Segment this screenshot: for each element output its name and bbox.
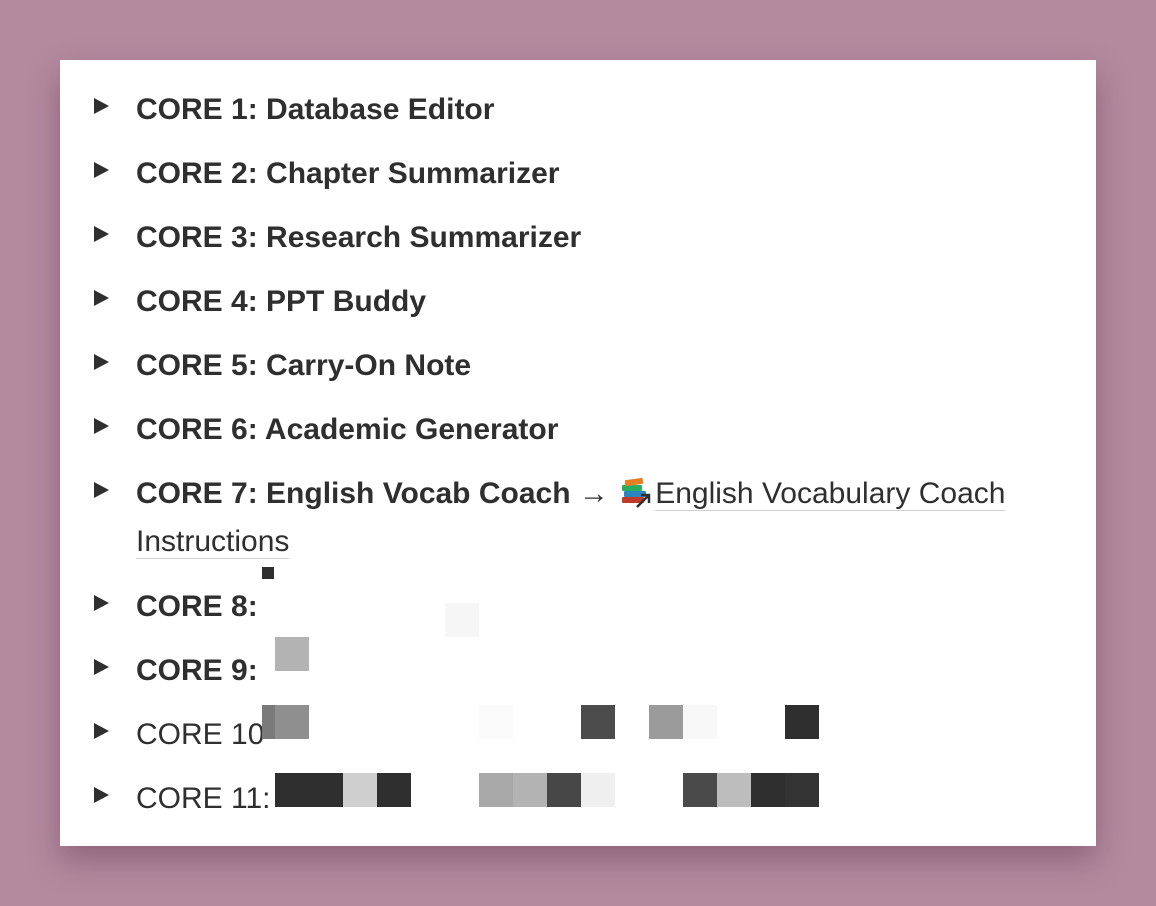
redacted-block xyxy=(785,773,819,807)
toggle-title[interactable]: CORE 7: English Vocab Coach → English Vo… xyxy=(136,470,1076,566)
toggle-title[interactable]: CORE 1: Database Editor xyxy=(136,93,494,127)
toggle-title[interactable]: CORE 2: Chapter Summarizer xyxy=(136,157,559,191)
text-cursor-handle xyxy=(262,567,274,579)
triangle-right-icon[interactable] xyxy=(92,289,110,307)
toggle-title[interactable]: CORE 8: xyxy=(136,590,258,624)
redacted-block xyxy=(683,773,717,807)
toggle-title[interactable]: CORE 10 xyxy=(136,718,264,752)
books-icon xyxy=(619,476,651,508)
toggle-item-core-6: CORE 6: Academic Generator xyxy=(60,413,1096,477)
toggle-title[interactable]: CORE 11: xyxy=(136,782,271,816)
redacted-block xyxy=(479,773,513,807)
redacted-block xyxy=(717,773,751,807)
triangle-right-icon[interactable] xyxy=(92,97,110,115)
redacted-block xyxy=(275,773,309,807)
redacted-block xyxy=(479,705,513,739)
toggle-item-core-5: CORE 5: Carry-On Note xyxy=(60,349,1096,413)
toggle-item-core-3: CORE 3: Research Summarizer xyxy=(60,221,1096,285)
arrow-right-icon: → xyxy=(578,477,609,510)
triangle-right-icon[interactable] xyxy=(92,658,110,676)
redacted-block xyxy=(649,705,683,739)
toggle-list-card: CORE 1: Database Editor CORE 2: Chapter … xyxy=(60,60,1096,846)
toggle-title[interactable]: CORE 6: Academic Generator xyxy=(136,413,558,447)
redacted-block xyxy=(377,773,411,807)
triangle-right-icon[interactable] xyxy=(92,722,110,740)
toggle-item-core-9: CORE 9: xyxy=(60,637,1096,718)
triangle-right-icon[interactable] xyxy=(92,786,110,804)
toggle-item-core-8: CORE 8: xyxy=(60,590,1096,654)
redacted-block xyxy=(581,705,615,739)
triangle-right-icon[interactable] xyxy=(92,417,110,435)
redacted-block xyxy=(513,773,547,807)
redacted-block xyxy=(343,773,377,807)
toggle-item-core-4: CORE 4: PPT Buddy xyxy=(60,285,1096,349)
redacted-block xyxy=(581,773,615,807)
redacted-block xyxy=(262,705,276,739)
redacted-block xyxy=(275,637,309,671)
toggle-item-core-11: CORE 11: xyxy=(60,773,1096,846)
toggle-title[interactable]: CORE 3: Research Summarizer xyxy=(136,221,581,255)
toggle-item-core-2: CORE 2: Chapter Summarizer xyxy=(60,157,1096,221)
toggle-title[interactable]: CORE 4: PPT Buddy xyxy=(136,285,426,319)
toggle-item-core-1: CORE 1: Database Editor xyxy=(60,93,1096,157)
triangle-right-icon[interactable] xyxy=(92,225,110,243)
triangle-right-icon[interactable] xyxy=(92,353,110,371)
redacted-block xyxy=(547,773,581,807)
redacted-block xyxy=(751,773,785,807)
redacted-block xyxy=(785,705,819,739)
redacted-block xyxy=(445,603,479,637)
toggle-item-core-7: CORE 7: English Vocab Coach → English Vo… xyxy=(60,477,1096,587)
redacted-block xyxy=(683,705,717,739)
redacted-block xyxy=(275,705,309,739)
toggle-title[interactable]: CORE 9: xyxy=(136,654,258,688)
toggle-title[interactable]: CORE 5: Carry-On Note xyxy=(136,349,471,383)
triangle-right-icon[interactable] xyxy=(92,594,110,612)
triangle-right-icon[interactable] xyxy=(92,481,110,499)
triangle-right-icon[interactable] xyxy=(92,161,110,179)
redacted-block xyxy=(309,773,343,807)
